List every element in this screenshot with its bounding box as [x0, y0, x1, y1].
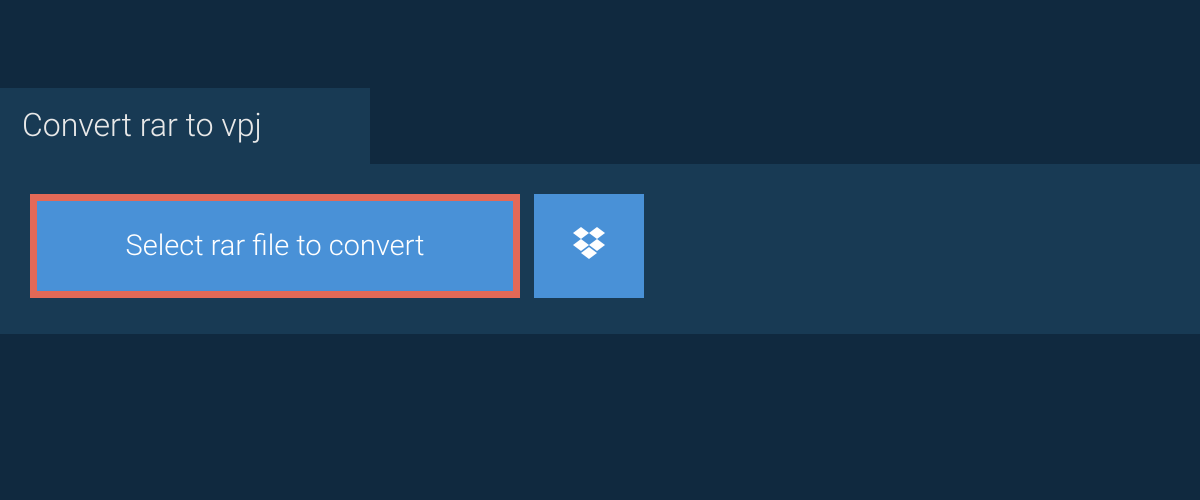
- select-file-button[interactable]: Select rar file to convert: [30, 194, 520, 298]
- tab-convert[interactable]: Convert rar to vpj: [0, 88, 370, 164]
- select-file-label: Select rar file to convert: [126, 229, 425, 263]
- dropbox-button[interactable]: [534, 194, 644, 298]
- action-panel: Select rar file to convert: [0, 164, 1200, 334]
- dropbox-icon: [569, 225, 609, 267]
- tab-title: Convert rar to vpj: [22, 106, 262, 144]
